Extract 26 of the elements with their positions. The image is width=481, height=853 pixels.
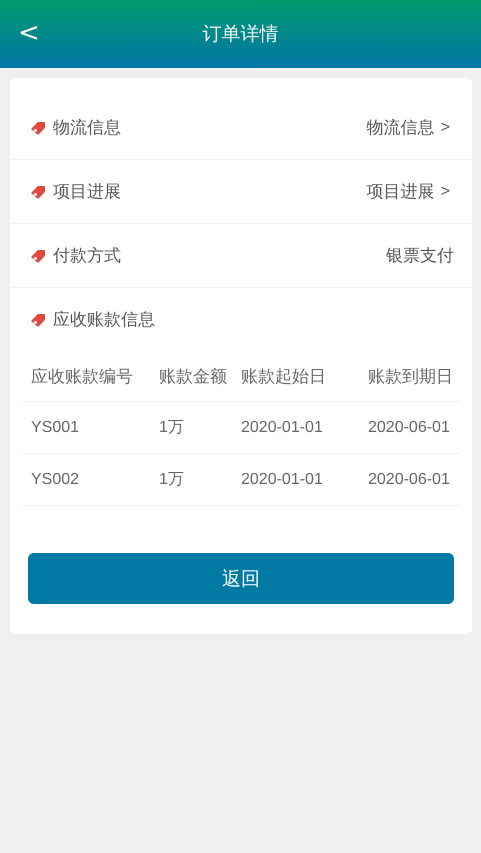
table-cell: 2020-01-01 <box>232 454 359 506</box>
tag-icon <box>30 120 46 134</box>
link-button[interactable]: 物流信息 > <box>366 116 450 139</box>
link-button[interactable]: 项目进展 > <box>366 180 450 203</box>
tag-icon <box>30 184 46 198</box>
table-cell: 1万 <box>150 402 232 454</box>
row-value: 银票支付 <box>386 245 454 267</box>
table-cell: 2020-01-01 <box>232 402 359 454</box>
column-header: 应收账款编号 <box>22 351 150 402</box>
table-cell: 2020-06-01 <box>359 402 460 454</box>
table-cell: 2020-06-01 <box>359 454 460 506</box>
table-cell: YS002 <box>22 454 150 506</box>
table-cell: 1万 <box>150 454 232 506</box>
table-cell: YS001 <box>22 402 150 454</box>
row-label: 物流信息 <box>53 117 121 139</box>
section-title: 应收账款信息 <box>53 309 155 331</box>
page-title: 订单详情 <box>202 23 278 47</box>
tag-icon <box>30 312 46 326</box>
column-header: 账款起始日 <box>232 351 359 402</box>
row-label: 付款方式 <box>53 245 121 267</box>
tag-icon <box>30 248 46 262</box>
column-header: 账款到期日 <box>359 351 460 402</box>
back-button[interactable]: 返回 <box>28 553 454 604</box>
row-label: 项目进展 <box>53 181 121 203</box>
back-button[interactable]: < <box>14 18 44 48</box>
column-header: 账款金额 <box>150 351 232 402</box>
